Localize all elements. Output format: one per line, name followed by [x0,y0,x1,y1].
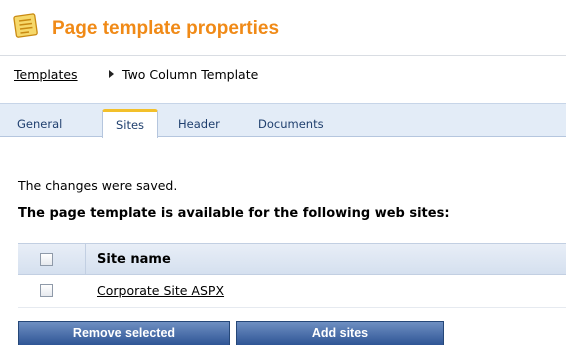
row-checkbox[interactable] [40,284,53,297]
tab-bar: General Sites Header Documents [0,103,566,138]
page-template-icon [13,13,38,38]
tab-sites[interactable]: Sites [102,109,158,138]
breadcrumb-separator-icon [109,70,114,78]
site-name-link[interactable]: Corporate Site ASPX [97,283,224,298]
tab-sites-label: Sites [115,118,145,132]
grid-header: Site name [18,243,566,275]
page-title: Page template properties [52,18,280,39]
tab-general[interactable]: General [17,117,62,131]
status-message: The changes were saved. [18,178,178,193]
breadcrumb-templates-link[interactable]: Templates [14,67,78,82]
tab-header[interactable]: Header [178,117,220,131]
breadcrumb-current: Two Column Template [122,67,259,82]
select-all-checkbox[interactable] [40,253,53,266]
breadcrumb: Templates Two Column Template [0,57,566,91]
column-header-site-name: Site name [97,252,171,267]
table-row: Corporate Site ASPX [18,275,566,308]
title-bar: Page template properties [0,0,566,56]
tab-documents[interactable]: Documents [258,117,324,131]
remove-selected-button[interactable]: Remove selected [18,321,230,345]
column-divider [85,244,86,274]
sites-grid: Site name Corporate Site ASPX [18,243,566,308]
section-title: The page template is available for the f… [18,206,450,221]
add-sites-button[interactable]: Add sites [236,321,444,345]
